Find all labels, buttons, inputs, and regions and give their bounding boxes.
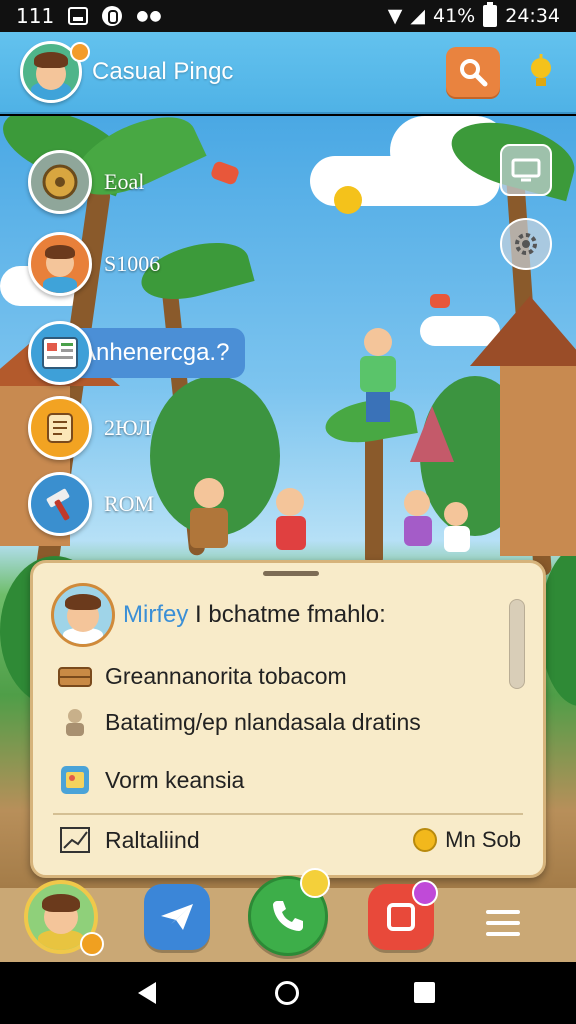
system-nav-bar: [0, 962, 576, 1024]
side-item-label: Anhenercga.?: [80, 339, 230, 366]
send-button[interactable]: [144, 884, 210, 950]
side-item-3[interactable]: 2ЮЛ: [28, 396, 151, 460]
level-badge: [80, 932, 104, 956]
panel-row-0[interactable]: Greannanorita tobacom: [57, 661, 347, 691]
panel-title: Mirfey I bchatme fmahlo:: [123, 601, 386, 628]
currency-display: Mn Sob: [413, 827, 521, 853]
more-notifications-icon: ●●: [136, 8, 163, 24]
status-left-text: 111: [16, 4, 55, 28]
side-item-label: 2ЮЛ: [104, 415, 152, 440]
side-item-1[interactable]: S1006: [28, 232, 160, 296]
bottom-dock: [0, 868, 576, 962]
monitor-icon: [511, 158, 541, 182]
phone-icon: [273, 901, 303, 931]
side-item-2[interactable]: [28, 321, 92, 385]
character-avatar: [51, 583, 115, 647]
drag-handle[interactable]: [263, 571, 319, 576]
signal-icon: ◢: [410, 5, 425, 27]
wifi-icon: ▼: [387, 5, 403, 27]
profile-icon: [28, 232, 92, 296]
currency-label: Mn Sob: [445, 827, 521, 852]
book-icon: [28, 321, 92, 385]
panel-row-label: Vorm keansia: [105, 766, 245, 793]
menu-button[interactable]: [486, 910, 520, 943]
search-button[interactable]: [446, 47, 500, 97]
panel-header: Mirfey I bchatme fmahlo:: [51, 583, 386, 647]
panel-row-label: Greannanorita tobacom: [105, 662, 347, 689]
status-bar: 111 ●● ▼ ◢ 41% 24:34: [0, 0, 576, 32]
alert-badge: [412, 880, 438, 906]
quest-panel: Mirfey I bchatme fmahlo: Greannanorita t…: [30, 560, 546, 878]
notification-badge: [70, 42, 90, 62]
scroll-icon: [28, 396, 92, 460]
recent-apps-icon[interactable]: [414, 982, 435, 1003]
panel-footer-action[interactable]: Raltaliind: [57, 825, 200, 855]
panel-row-1[interactable]: Batatimg/ep nlandasala dratins: [57, 707, 421, 737]
scrollbar[interactable]: [509, 599, 525, 689]
chart-icon: [57, 825, 93, 855]
screen-button[interactable]: [500, 144, 552, 196]
panel-divider: [53, 813, 523, 815]
app-header: Casual Pingc: [0, 32, 576, 114]
side-item-4[interactable]: ROM: [28, 472, 154, 536]
panel-row-label: Batatimg/ep nlandasala dratins: [105, 708, 421, 735]
crate-icon: [57, 661, 93, 691]
paper-plane-icon: [161, 904, 193, 930]
search-icon: [460, 59, 488, 87]
villager-icon: [57, 707, 93, 737]
lightbulb-icon: [531, 54, 551, 86]
gear-icon: [515, 233, 537, 255]
settings-button[interactable]: [500, 218, 552, 270]
home-icon[interactable]: [275, 981, 299, 1005]
side-item-label: S1006: [104, 251, 161, 276]
app-title: Casual Pingc: [92, 58, 234, 85]
battery-icon: [483, 2, 498, 27]
hint-button[interactable]: [526, 52, 556, 92]
hammer-icon: [28, 472, 92, 536]
gallery-notification-icon: [68, 7, 89, 25]
side-item-0[interactable]: Eoal: [28, 150, 144, 214]
side-item-label: Eoal: [104, 169, 145, 194]
photo-icon: [57, 765, 93, 795]
photo-frame-icon: [387, 903, 415, 931]
smiley-icon: [300, 868, 330, 898]
compass-icon: [28, 150, 92, 214]
app-notification-icon: [102, 6, 123, 26]
battery-percent: 41%: [433, 5, 476, 27]
back-icon[interactable]: [138, 982, 156, 1004]
footer-label: Raltaliind: [105, 826, 200, 853]
side-item-label: ROM: [104, 491, 155, 516]
clock: 24:34: [505, 5, 560, 27]
coin-icon: [413, 828, 438, 852]
panel-row-2[interactable]: Vorm keansia: [57, 765, 244, 795]
